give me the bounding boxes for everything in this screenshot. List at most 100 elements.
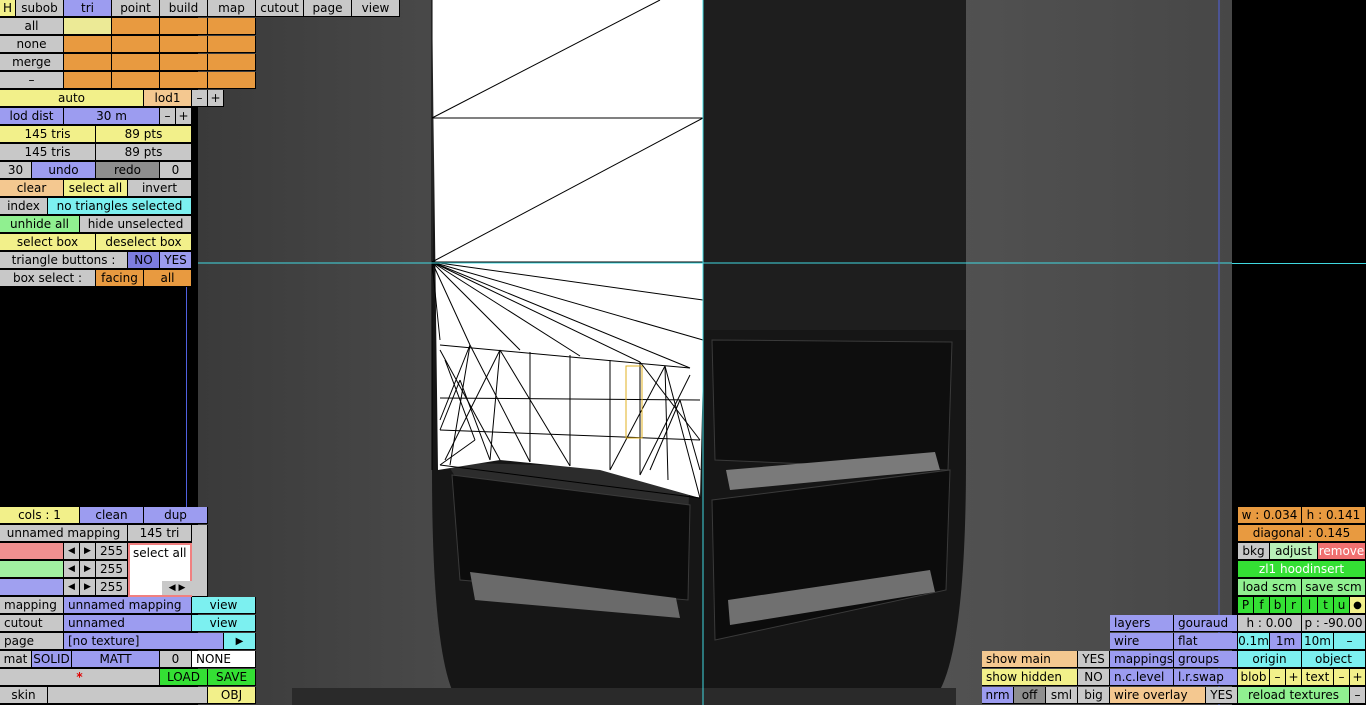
lr-swap-button[interactable]: l.r.swap — [1174, 669, 1238, 686]
green-slider[interactable] — [0, 561, 64, 578]
view-p-button[interactable]: P — [1238, 597, 1254, 614]
adjust-button[interactable]: adjust — [1270, 543, 1318, 560]
grid-10m-button[interactable]: 10m — [1302, 633, 1334, 650]
green-right-arrow[interactable]: ▶ — [80, 561, 96, 578]
nc-level-button[interactable]: n.c.level — [1110, 669, 1174, 686]
lod-auto-button[interactable]: auto — [0, 90, 144, 107]
redo-button[interactable]: redo — [96, 162, 160, 179]
slot[interactable] — [64, 18, 112, 35]
normals-sml-button[interactable]: sml — [1046, 687, 1078, 704]
list-nav[interactable]: ◀ ▶ — [162, 581, 192, 595]
cols-label[interactable]: cols : 1 — [0, 507, 80, 524]
blue-right-arrow[interactable]: ▶ — [80, 579, 96, 596]
sel-merge-button[interactable]: merge — [0, 54, 64, 71]
text-button[interactable]: text — [1302, 669, 1334, 686]
red-right-arrow[interactable]: ▶ — [80, 543, 96, 560]
save-scm-button[interactable]: save scm — [1302, 579, 1366, 596]
grid-minus-button[interactable]: – — [1334, 633, 1366, 650]
undo-button[interactable]: undo — [32, 162, 96, 179]
unhide-all-button[interactable]: unhide all — [0, 216, 80, 233]
blob-button[interactable]: blob — [1238, 669, 1270, 686]
sel-none-button[interactable]: none — [0, 36, 64, 53]
3d-viewport[interactable] — [198, 0, 1232, 705]
mapping-list[interactable]: select all ◀ ▶ — [128, 543, 192, 597]
flat-button[interactable]: flat — [1174, 633, 1238, 650]
sel-minus-button[interactable]: – — [0, 72, 64, 89]
cutout-view-button[interactable]: view — [192, 615, 256, 632]
mat-solid-button[interactable]: SOLID — [32, 651, 72, 668]
grid-01m-button[interactable]: 0.1m — [1238, 633, 1270, 650]
menu-h[interactable]: H — [0, 0, 16, 17]
red-left-arrow[interactable]: ◀ — [64, 543, 80, 560]
view-b-button[interactable]: b — [1270, 597, 1286, 614]
lod-dist-value[interactable]: 30 m — [64, 108, 160, 125]
slot[interactable] — [64, 72, 112, 89]
remove-button[interactable]: remove — [1318, 543, 1366, 560]
menu-cutout[interactable]: cutout — [256, 0, 304, 17]
clear-button[interactable]: clear — [0, 180, 64, 197]
view-u-button[interactable]: u — [1334, 597, 1350, 614]
wire-button[interactable]: wire — [1110, 633, 1174, 650]
lod-dist-minus[interactable]: – — [160, 108, 176, 125]
blob-plus-button[interactable]: + — [1286, 669, 1302, 686]
slot[interactable] — [160, 18, 208, 35]
slot[interactable] — [160, 54, 208, 71]
normals-big-button[interactable]: big — [1078, 687, 1110, 704]
menu-tri[interactable]: tri — [64, 0, 112, 17]
clean-button[interactable]: clean — [80, 507, 144, 524]
select-box-button[interactable]: select box — [0, 234, 96, 251]
view-l-button[interactable]: l — [1302, 597, 1318, 614]
page-select[interactable]: [no texture] — [64, 633, 224, 650]
triangle-buttons-no[interactable]: NO — [128, 252, 160, 269]
box-select-facing[interactable]: facing — [96, 270, 144, 287]
menu-view[interactable]: view — [352, 0, 400, 17]
lod-minus-button[interactable]: – — [192, 90, 208, 107]
mapping-view-button[interactable]: view — [192, 597, 256, 614]
list-item[interactable]: select all — [130, 545, 190, 561]
view-f-button[interactable]: f — [1254, 597, 1270, 614]
deselect-box-button[interactable]: deselect box — [96, 234, 192, 251]
menu-map[interactable]: map — [208, 0, 256, 17]
slot[interactable] — [112, 72, 160, 89]
origin-button[interactable]: origin — [1238, 651, 1302, 668]
view-t-button[interactable]: t — [1318, 597, 1334, 614]
lod-plus-button[interactable]: + — [208, 90, 224, 107]
dup-button[interactable]: dup — [144, 507, 208, 524]
list-left-arrow[interactable]: ◀ — [169, 583, 176, 593]
slot[interactable] — [64, 54, 112, 71]
triangle-buttons-yes[interactable]: YES — [160, 252, 192, 269]
mat-matt-button[interactable]: MATT — [72, 651, 160, 668]
load-scm-button[interactable]: load scm — [1238, 579, 1302, 596]
menu-subob[interactable]: subob — [16, 0, 64, 17]
layers-button[interactable]: layers — [1110, 615, 1174, 632]
page-arrow-button[interactable]: ▶ — [224, 633, 256, 650]
groups-button[interactable]: groups — [1174, 651, 1238, 668]
box-select-all[interactable]: all — [144, 270, 192, 287]
mapping-select[interactable]: unnamed mapping — [64, 597, 192, 614]
red-slider[interactable] — [0, 543, 64, 560]
mapping-scrollbar[interactable] — [192, 525, 208, 597]
slot[interactable] — [112, 54, 160, 71]
normals-off-button[interactable]: off — [1014, 687, 1046, 704]
view-dot-button[interactable]: ● — [1350, 597, 1366, 614]
hide-unselected-button[interactable]: hide unselected — [80, 216, 192, 233]
blob-minus-button[interactable]: – — [1270, 669, 1286, 686]
skin-field[interactable] — [48, 687, 208, 704]
select-all-button[interactable]: select all — [64, 180, 128, 197]
mappings-button[interactable]: mappings — [1110, 651, 1174, 668]
slot[interactable] — [112, 18, 160, 35]
gouraud-button[interactable]: gouraud — [1174, 615, 1238, 632]
text-plus-button[interactable]: + — [1350, 669, 1366, 686]
wire-overlay-toggle[interactable]: YES — [1206, 687, 1238, 704]
reload-textures-button[interactable]: reload textures — [1238, 687, 1350, 704]
grid-1m-button[interactable]: 1m — [1270, 633, 1302, 650]
reload-minus-button[interactable]: – — [1350, 687, 1366, 704]
show-main-toggle[interactable]: YES — [1078, 651, 1110, 668]
load-button[interactable]: LOAD — [160, 669, 208, 686]
object-button[interactable]: object — [1302, 651, 1366, 668]
show-hidden-toggle[interactable]: NO — [1078, 669, 1110, 686]
sel-all-button[interactable]: all — [0, 18, 64, 35]
slot[interactable] — [208, 72, 256, 89]
blue-slider[interactable] — [0, 579, 64, 596]
slot[interactable] — [208, 54, 256, 71]
